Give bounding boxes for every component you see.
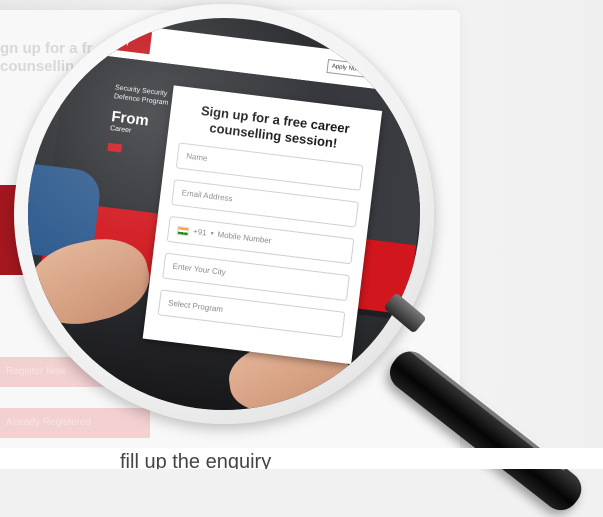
signup-form: Sign up for a free career counselling se… [142,85,383,365]
program-placeholder: Select Program [167,298,224,315]
background-registered-button: Already Registered [0,408,150,438]
mobile-placeholder: Mobile Number [216,229,272,246]
hero-heading: From Career [110,108,150,136]
email-placeholder: Email Address [181,188,234,204]
india-flag-icon[interactable] [176,225,190,236]
city-placeholder: Enter Your City [172,261,227,278]
bottom-caption: fill up the enquiry [0,448,603,469]
magnified-scene: CHANDIGARH UNIVERSITY Apply Now Login Se… [28,18,420,410]
chevron-down-icon[interactable]: ▾ [209,221,215,247]
country-code[interactable]: +91 [191,219,208,246]
magnifier-lens: CHANDIGARH UNIVERSITY Apply Now Login Se… [28,18,420,410]
name-placeholder: Name [185,151,208,164]
hero-cta-button[interactable] [107,142,123,153]
